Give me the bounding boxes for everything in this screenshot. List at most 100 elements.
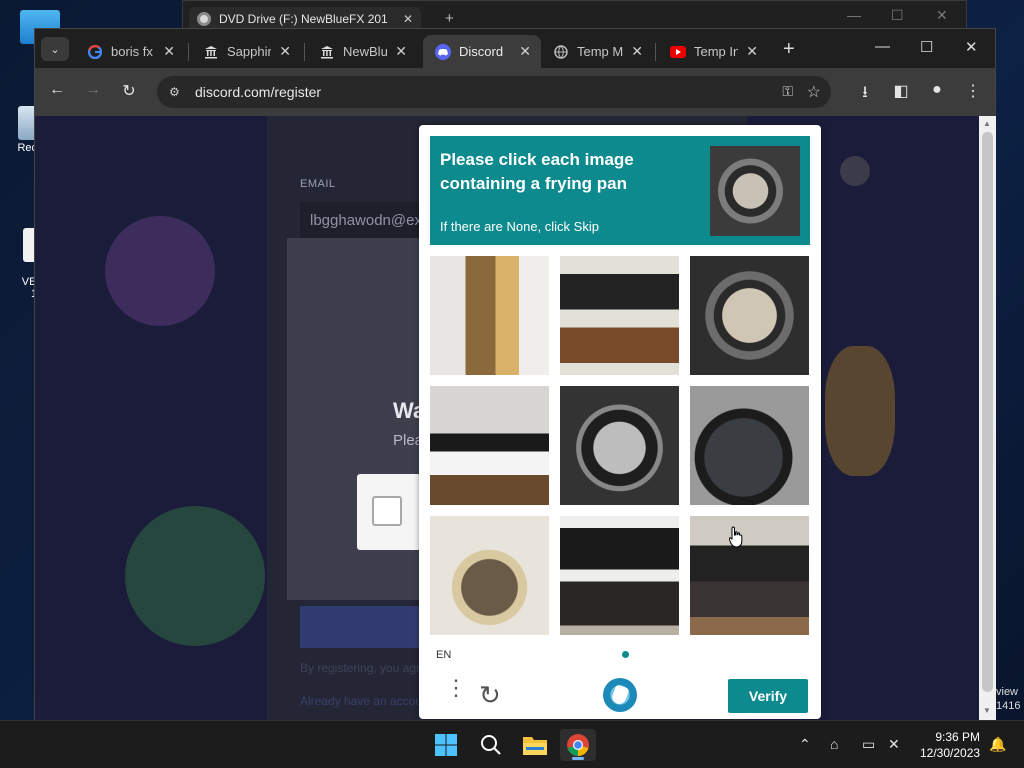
tile-image-frying-pan — [690, 386, 809, 505]
close-icon[interactable]: ✕ — [279, 43, 291, 60]
display-icon[interactable]: ▭ — [862, 736, 875, 753]
tab-boris-fx[interactable]: boris fx ✕ — [75, 35, 185, 68]
chrome-icon — [567, 734, 589, 756]
tab-title: Sapphire — [227, 44, 272, 59]
illustration-character — [105, 216, 215, 326]
terms-text: By registering, you agree — [300, 661, 434, 675]
tab-divider — [655, 43, 656, 61]
captcha-tile-5[interactable] — [560, 386, 679, 505]
tile-image-brush — [430, 516, 549, 635]
captcha-challenge: Please click each image containing a fry… — [419, 125, 821, 719]
close-icon[interactable]: ✕ — [519, 43, 531, 60]
close-icon[interactable]: ✕ — [936, 7, 948, 24]
volume-muted-icon[interactable]: ✕ — [888, 736, 900, 753]
address-bar-url[interactable]: discord.com/register — [195, 84, 321, 100]
youtube-icon — [670, 44, 686, 60]
illustration-character — [125, 506, 265, 646]
captcha-prompt: Please click each image containing a fry… — [440, 150, 634, 193]
captcha-tile-6[interactable] — [690, 386, 809, 505]
captcha-tile-7[interactable] — [430, 516, 549, 635]
explorer-new-tab-button[interactable]: + — [445, 10, 454, 27]
tab-title: boris fx — [111, 44, 153, 59]
captcha-tile-1[interactable] — [430, 256, 549, 375]
scrollbar-thumb[interactable] — [982, 132, 993, 692]
close-icon[interactable]: ✕ — [965, 38, 978, 56]
address-bar[interactable]: ⚙ discord.com/register ⚿ ☆ — [157, 76, 831, 108]
windows-icon — [435, 734, 457, 756]
minimize-icon[interactable]: — — [875, 38, 890, 55]
show-hidden-icons[interactable]: ⌃ — [799, 736, 811, 753]
close-icon[interactable]: ✕ — [746, 43, 758, 60]
example-image — [710, 146, 800, 236]
search-icon — [481, 735, 501, 755]
forward-icon[interactable]: → — [82, 81, 104, 99]
captcha-checkbox[interactable] — [372, 496, 402, 526]
captcha-tile-2[interactable] — [560, 256, 679, 375]
close-icon[interactable]: ✕ — [403, 12, 413, 26]
chrome-button[interactable] — [560, 729, 596, 761]
maximize-icon[interactable]: ☐ — [891, 7, 904, 24]
tab-divider — [304, 43, 305, 61]
tile-image-tv-stand — [560, 256, 679, 375]
chevron-down-icon: ⌄ — [50, 43, 60, 56]
tab-temp-mail[interactable]: Temp M ✕ — [541, 35, 653, 68]
side-panel-icon[interactable]: ◧ — [890, 81, 912, 101]
profile-icon[interactable]: ● — [926, 81, 948, 99]
edge-text-line: view — [996, 686, 1019, 698]
captcha-hint: If there are None, click Skip — [440, 219, 599, 234]
background-explorer-window[interactable]: DVD Drive (F:) NewBlueFX 201 ✕ + — ☐ ✕ — [182, 0, 967, 31]
illustration-character — [825, 346, 895, 476]
login-link[interactable]: Already have an account? — [300, 694, 439, 708]
file-explorer-button[interactable] — [517, 729, 553, 761]
captcha-tile-3[interactable] — [690, 256, 809, 375]
illustration-character — [840, 156, 870, 186]
tab-newblue[interactable]: NewBlue ✕ — [307, 35, 417, 68]
page-scrollbar[interactable]: ▲ ▼ — [979, 116, 996, 720]
tab-temp-inbox[interactable]: Temp Inl ✕ — [658, 35, 768, 68]
tab-sapphire[interactable]: Sapphire ✕ — [191, 35, 301, 68]
new-tab-button[interactable]: + — [783, 38, 795, 61]
notification-bell-icon[interactable]: 🔔 — [989, 736, 1006, 753]
menu-icon[interactable]: ⋮ — [962, 81, 984, 101]
close-icon[interactable]: ✕ — [631, 43, 643, 60]
tab-title: NewBlue — [343, 44, 388, 59]
language-selector[interactable]: EN — [436, 649, 451, 661]
more-options-icon[interactable]: ⋮ — [445, 677, 467, 699]
start-button[interactable] — [428, 729, 464, 761]
tab-search-button[interactable]: ⌄ — [41, 37, 69, 61]
folder-icon — [523, 737, 547, 755]
reload-icon[interactable]: ↻ — [118, 81, 140, 101]
refresh-icon[interactable]: ↻ — [479, 680, 501, 711]
email-label: EMAIL — [300, 178, 336, 190]
site-info-icon[interactable]: ⚙ — [169, 85, 183, 99]
maximize-icon[interactable]: ☐ — [920, 38, 933, 56]
back-icon[interactable]: ← — [46, 81, 68, 99]
close-icon[interactable]: ✕ — [395, 43, 407, 60]
tile-image-tv-stand — [690, 516, 809, 635]
key-icon[interactable]: ⚿ — [782, 83, 793, 100]
scroll-up-icon[interactable]: ▲ — [983, 119, 991, 128]
verify-button[interactable]: Verify — [728, 679, 808, 713]
tab-divider — [188, 43, 189, 61]
scroll-down-icon[interactable]: ▼ — [983, 706, 991, 715]
captcha-tile-9[interactable] — [690, 516, 809, 635]
captcha-tile-4[interactable] — [430, 386, 549, 505]
network-icon[interactable]: ⌂ — [830, 736, 838, 752]
clock-time: 9:36 PM — [935, 730, 981, 744]
search-button[interactable] — [473, 729, 509, 761]
edge-text: view 1416 — [996, 685, 1020, 713]
discord-icon — [435, 43, 451, 60]
download-icon[interactable]: ⭳ — [854, 81, 876, 108]
tab-title: Discord — [459, 44, 504, 59]
tab-title: Temp M — [577, 44, 624, 59]
clock[interactable]: 9:36 PM 12/30/2023 — [920, 729, 980, 761]
tab-discord[interactable]: Discord ✕ — [423, 35, 541, 68]
hand-cursor-icon — [729, 526, 743, 548]
explorer-tab-title: DVD Drive (F:) NewBlueFX 201 — [219, 12, 388, 26]
taskbar: ⌃ ⌂ ▭ ✕ 9:36 PM 12/30/2023 🔔 — [0, 720, 1024, 768]
page-indicator-dot — [622, 651, 629, 658]
minimize-icon[interactable]: — — [847, 7, 861, 23]
close-icon[interactable]: ✕ — [163, 43, 175, 60]
star-icon[interactable]: ☆ — [807, 82, 821, 102]
captcha-tile-8[interactable] — [560, 516, 679, 635]
